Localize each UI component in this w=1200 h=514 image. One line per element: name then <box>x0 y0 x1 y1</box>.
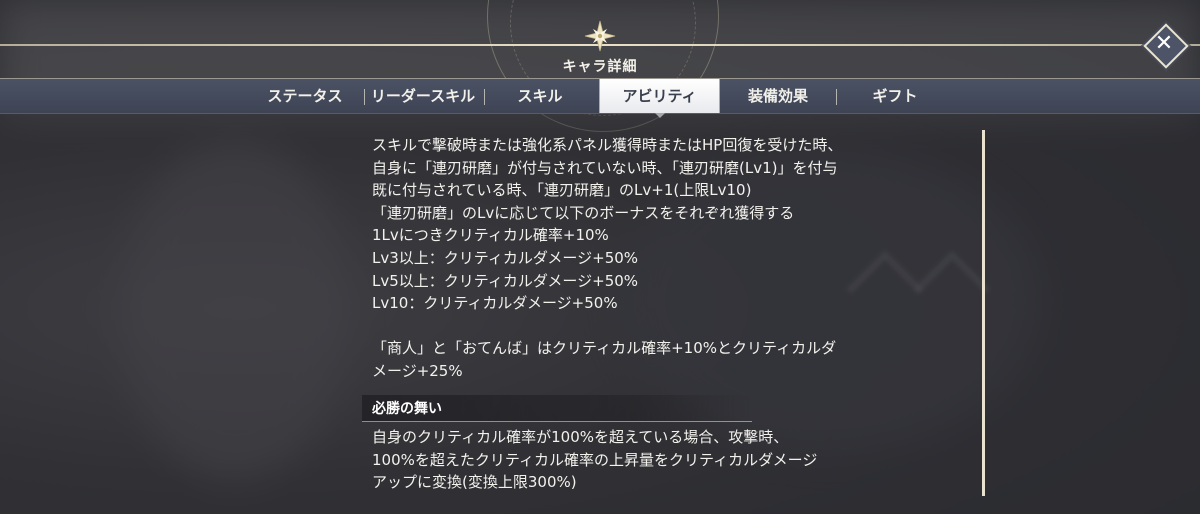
tab-ability[interactable]: アビリティ <box>599 79 720 118</box>
ability-line: Lv3以上：クリティカルダメージ+50% <box>372 248 639 267</box>
close-button[interactable]: ✕ <box>1143 23 1189 69</box>
tab-status[interactable]: ステータス <box>258 79 352 113</box>
ability-line: Lv5以上：クリティカルダメージ+50% <box>372 271 639 290</box>
tab-label: スキル <box>517 87 563 105</box>
ability-line: Lv10：クリティカルダメージ+50% <box>372 294 618 313</box>
tab-label: ステータス <box>267 87 343 105</box>
page-title: キャラ詳細 <box>562 59 638 75</box>
tab-separator <box>484 89 485 105</box>
tab-gift[interactable]: ギフト <box>845 79 945 113</box>
tab-leader-skill[interactable]: リーダースキル <box>365 79 481 113</box>
section-heading: 必勝の舞い <box>362 395 752 422</box>
ability-line: 既に付与されている時、「連刃研磨」のLv+1(上限Lv10) <box>372 181 752 200</box>
tab-bar: ステータス リーダースキル スキル アビリティ 装備効果 ギフト <box>0 78 1200 118</box>
section-description: 自身のクリティカル確率が100%を超えている場合、攻撃時、 100%を超えたクリ… <box>372 426 892 494</box>
close-icon: ✕ <box>1154 31 1174 56</box>
section-heading-title: 必勝の舞い <box>372 401 442 417</box>
ability-extra-line: メージ+25% <box>372 361 463 380</box>
section-line: アップに変換(変換上限300%) <box>372 473 577 492</box>
tab-label: アビリティ <box>622 87 697 105</box>
tab-label: 装備効果 <box>747 87 808 105</box>
tab-skill[interactable]: スキル <box>490 79 590 113</box>
section-line: 自身のクリティカル確率が100%を超えている場合、攻撃時、 <box>372 428 789 446</box>
ability-line: 「連刃研磨」のLvに応じて以下のボーナスをそれぞれ獲得する <box>372 203 795 222</box>
ability-extra-line: 「商人」と「おてんば」はクリティカル確率+10%とクリティカルダ <box>372 339 837 358</box>
tab-equipment-effect[interactable]: 装備効果 <box>728 79 828 113</box>
ability-description: スキルで撃破時または強化系パネル獲得時またはHP回復を受けた時、 自身に「連刃研… <box>372 134 892 383</box>
ability-line: 1Lvにつきクリティカル確率+10% <box>372 226 609 245</box>
ability-line: スキルで撃破時または強化系パネル獲得時またはHP回復を受けた時、 <box>372 136 843 154</box>
ability-line: 自身に「連刃研磨」が付与されていない時、「連刃研磨(Lv1)」を付与 <box>372 158 838 177</box>
tab-label: リーダースキル <box>370 87 476 105</box>
scrollbar-thumb[interactable] <box>982 130 985 496</box>
tab-label: ギフト <box>872 87 918 105</box>
section-line: 100%を超えたクリティカル確率の上昇量をクリティカルダメージ <box>372 450 818 469</box>
tab-separator <box>836 89 837 105</box>
compass-star-icon <box>584 20 616 52</box>
